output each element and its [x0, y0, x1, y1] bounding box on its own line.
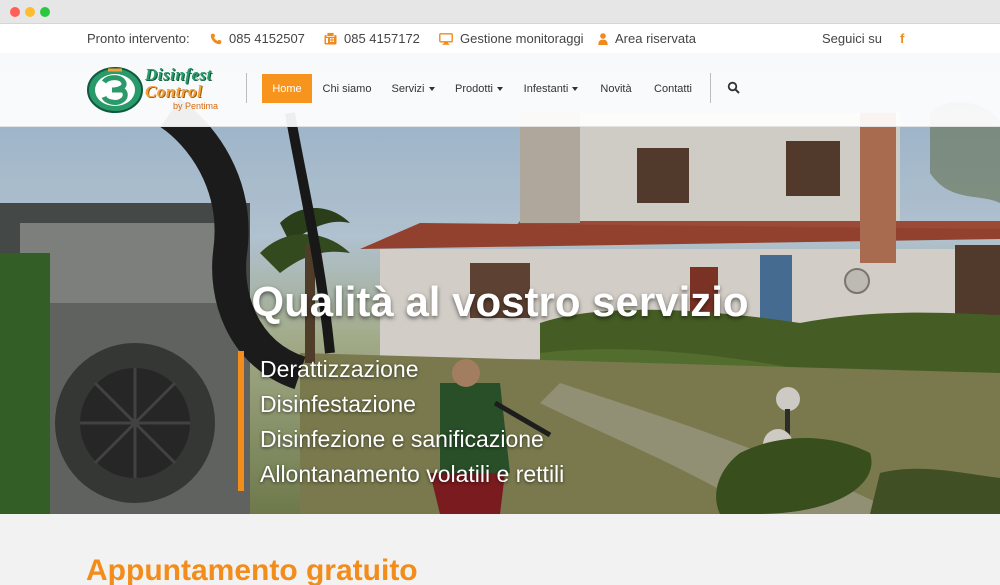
- emergency-label: Pronto intervento:: [87, 31, 190, 46]
- window-chrome: [0, 0, 1000, 24]
- hero-accent-bar: [238, 351, 244, 491]
- maximize-window-button[interactable]: [40, 7, 50, 17]
- chevron-down-icon: [496, 86, 503, 91]
- nav-infestanti[interactable]: Infestanti: [518, 74, 584, 103]
- reserved-area-link[interactable]: Area riservata: [598, 24, 696, 53]
- nav-contatti[interactable]: Contatti: [647, 74, 699, 103]
- nav-novita[interactable]: Novità: [594, 74, 638, 103]
- service-item: Derattizzazione: [260, 356, 419, 382]
- site-header: Disinfest Control by Pentima Home Chi si…: [0, 53, 1000, 127]
- hero-title: Qualità al vostro servizio: [251, 278, 749, 325]
- chevron-down-icon: [428, 86, 435, 91]
- fax-link[interactable]: 085 4157172: [324, 24, 420, 53]
- service-item: Allontanamento volatili e rettili: [260, 461, 565, 487]
- site-logo[interactable]: Disinfest Control by Pentima: [86, 64, 231, 116]
- services-list: Derattizzazione Disinfestazione Disinfez…: [260, 352, 564, 492]
- phone-link[interactable]: 085 4152507: [210, 24, 305, 53]
- service-item: Disinfezione e sanificazione: [260, 426, 544, 452]
- header-divider: [710, 73, 711, 103]
- facebook-icon[interactable]: f: [900, 24, 904, 53]
- nav-chi-siamo[interactable]: Chi siamo: [318, 74, 376, 103]
- fax-icon: [324, 32, 337, 45]
- appointment-heading: Appuntamento gratuito: [86, 554, 418, 585]
- nav-servizi[interactable]: Servizi: [385, 74, 441, 103]
- monitor-icon: [439, 32, 453, 45]
- nav-home[interactable]: Home: [262, 74, 312, 103]
- close-window-button[interactable]: [10, 7, 20, 17]
- search-icon[interactable]: [727, 81, 741, 95]
- logo-tagline: by Pentima: [173, 101, 219, 111]
- header-divider: [246, 73, 247, 103]
- top-bar: Pronto intervento: 085 4152507 085 41571…: [0, 24, 1000, 53]
- service-item: Disinfestazione: [260, 391, 416, 417]
- phone-icon: [210, 33, 222, 45]
- nav-prodotti[interactable]: Prodotti: [448, 74, 510, 103]
- chevron-down-icon: [572, 86, 579, 91]
- logo-wordmark: Disinfest Control: [145, 65, 212, 101]
- logo-mark: [87, 67, 143, 113]
- social-label: Seguici su: [822, 31, 882, 46]
- user-icon: [598, 32, 608, 45]
- monitoring-link[interactable]: Gestione monitoraggi: [439, 24, 584, 53]
- minimize-window-button[interactable]: [25, 7, 35, 17]
